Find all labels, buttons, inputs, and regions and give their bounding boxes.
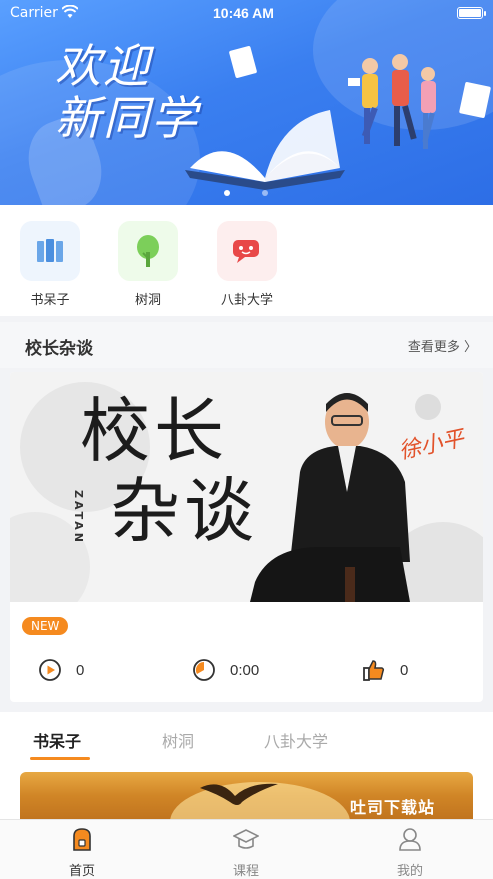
home-icon [73, 828, 91, 851]
carousel-dot[interactable] [262, 190, 268, 196]
play-icon [39, 659, 61, 681]
tab-bookworm[interactable]: 书呆子 [33, 728, 81, 752]
tab-gossip-university[interactable]: 八卦大学 [264, 728, 328, 752]
carousel-dot[interactable] [224, 190, 230, 196]
graduation-cap-icon [232, 829, 260, 849]
quick-entry-gossip-university[interactable]: 八卦大学 [217, 221, 277, 308]
cover-image[interactable]: 校长 杂谈 ZATAN 徐小平 [10, 372, 483, 602]
open-book-illustration [185, 110, 345, 190]
nav-profile[interactable]: 我的 [370, 826, 450, 879]
nav-home-label: 首页 [68, 864, 95, 879]
principal-talk-card[interactable]: 校长 杂谈 ZATAN 徐小平 NEW 0 0:00 0 [10, 372, 483, 702]
tab-tree-hole[interactable]: 树洞 [162, 728, 194, 752]
quick-entry-bookworm[interactable]: 书呆子 [20, 221, 80, 308]
nav-courses-label: 课程 [232, 864, 259, 879]
chat-icon [233, 240, 259, 263]
quick-entry-tree-hole[interactable]: 树洞 [118, 221, 178, 308]
user-icon [399, 828, 421, 851]
quick-entry-icon-bg [118, 221, 178, 281]
section-header: 校长杂谈 查看更多 〉 [0, 322, 493, 368]
cover-title-line2: 杂谈 [110, 470, 258, 552]
quick-entry-label: 书呆子 [30, 293, 70, 308]
hero-title: 欢迎 新同学 [55, 40, 199, 144]
nav-home[interactable]: 首页 [42, 826, 122, 879]
carousel-indicator[interactable] [224, 181, 300, 200]
clock-icon [193, 659, 215, 681]
book-icon [37, 239, 63, 262]
thumbs-up-icon [363, 660, 385, 681]
like-count-value: 0 [400, 661, 409, 679]
hero-title-line2: 新同学 [55, 91, 199, 145]
play-count-value: 0 [76, 661, 85, 679]
bottom-tab-bar: 首页 课程 我的 [0, 819, 493, 879]
new-badge: NEW [22, 617, 69, 635]
hero-banner[interactable]: Carrier 10:46 AM 欢迎 新同学 [0, 0, 493, 205]
carrier-label: Carrier [10, 5, 58, 21]
nav-courses[interactable]: 课程 [206, 826, 286, 879]
quick-entry-icon-bg [217, 221, 277, 281]
section-title: 校长杂谈 [25, 339, 93, 359]
category-tabs-section: 书呆子 树洞 八卦大学 吐司下载站 [0, 712, 493, 819]
hero-title-line1: 欢迎 [55, 39, 151, 93]
tree-icon [137, 235, 159, 267]
play-count[interactable]: 0 [38, 658, 84, 682]
like-count[interactable]: 0 [362, 658, 408, 682]
quick-entry-label: 八卦大学 [220, 293, 273, 308]
article-cover-image[interactable]: 吐司下载站 [20, 772, 473, 819]
status-bar: Carrier 10:46 AM [0, 0, 493, 28]
quick-entry-icon-bg [20, 221, 80, 281]
nav-profile-label: 我的 [396, 864, 423, 879]
paper-decoration [228, 45, 258, 79]
wifi-icon [62, 5, 78, 18]
quick-entry-label: 树洞 [134, 293, 161, 308]
students-illustration [348, 54, 436, 149]
watermark-text: 吐司下载站 [350, 798, 436, 817]
duration: 0:00 [192, 658, 259, 682]
active-tab-indicator [30, 757, 90, 760]
bird-silhouette [200, 783, 278, 805]
clock: 10:46 AM [213, 5, 274, 21]
quick-entry-bar: 书呆子 树洞 八卦大学 [0, 205, 493, 316]
battery-icon [457, 7, 486, 19]
cover-title-line1: 校长 [80, 390, 228, 472]
duration-value: 0:00 [230, 661, 260, 679]
principal-photo [250, 393, 410, 602]
see-more-link[interactable]: 查看更多 〉 [408, 336, 477, 355]
cover-latin-text: ZATAN [72, 490, 85, 546]
